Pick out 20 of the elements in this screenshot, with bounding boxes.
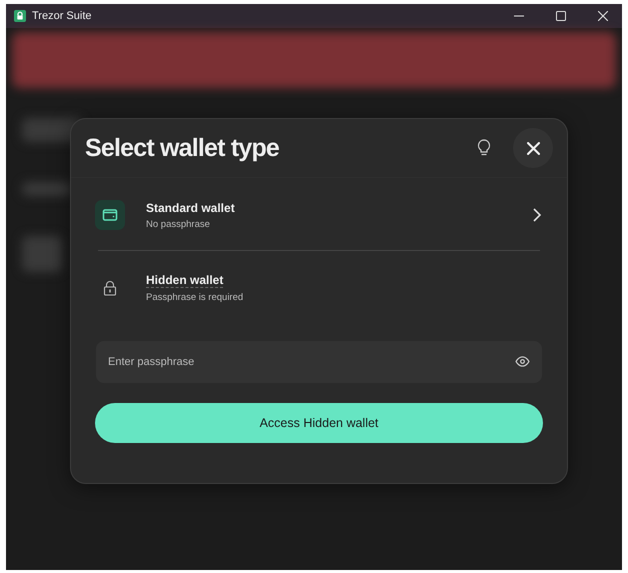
- lock-logo-icon: [14, 10, 26, 22]
- access-hidden-wallet-button[interactable]: Access Hidden wallet: [95, 403, 543, 443]
- maximize-icon[interactable]: [556, 11, 566, 21]
- padlock-icon: [103, 280, 117, 296]
- eye-icon[interactable]: [515, 356, 530, 367]
- chevron-right-icon: [533, 208, 541, 222]
- close-button[interactable]: [513, 128, 553, 168]
- option-title: Standard wallet: [146, 200, 235, 214]
- wallet-icon: [95, 200, 125, 230]
- light-bulb-icon[interactable]: [477, 139, 491, 157]
- passphrase-field[interactable]: Enter passphrase: [96, 341, 542, 383]
- close-icon: [526, 142, 540, 154]
- wallet-option[interactable]: Standard wallet No passphrase: [71, 188, 567, 242]
- wallet-option[interactable]: Hidden wallet Passphrase is required: [71, 261, 567, 315]
- close-icon[interactable]: [598, 11, 608, 21]
- option-subtitle: Passphrase is required: [146, 292, 244, 303]
- option-subtitle: No passphrase: [146, 218, 211, 230]
- modal-title: Select wallet type: [85, 134, 280, 162]
- window-title: Trezor Suite: [32, 10, 92, 22]
- option-title: Hidden wallet: [146, 273, 224, 288]
